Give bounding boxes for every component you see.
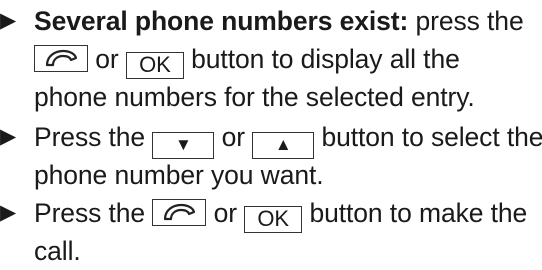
step-1-or: or [88, 44, 126, 74]
bullet-arrow-icon: ▶ [0, 125, 17, 148]
step-3-line-2: call. [34, 236, 81, 266]
ok-key: OK [125, 52, 184, 79]
phone-icon [164, 203, 196, 221]
ok-key: OK [244, 206, 303, 233]
step-2-line-2: phone number you want. [34, 160, 324, 190]
step-1-text: press the [408, 6, 524, 36]
step-1-line-1: Several phone numbers exist: press the [34, 2, 524, 40]
instruction-page: ▶ Several phone numbers exist: press the… [0, 0, 542, 266]
step-3-line-1: Press the or OK button to make the [34, 194, 528, 233]
step-3-text: Press the [34, 198, 153, 228]
bullet-arrow-icon: ▶ [0, 9, 17, 32]
up-key: ▲ [252, 132, 315, 159]
phone-key [152, 199, 207, 226]
step-2-text: Press the [34, 122, 153, 152]
down-key: ▼ [152, 132, 215, 159]
step-2-text-2: button to select the [314, 122, 542, 152]
bullet-arrow-icon: ▶ [0, 201, 17, 224]
phone-icon [45, 49, 78, 67]
step-1-line-3: phone numbers for the selected entry. [34, 82, 475, 112]
step-1-lead: Several phone numbers exist: [34, 6, 409, 36]
step-3-text-2: button to make the [302, 198, 528, 228]
step-1-line-2: or OK button to display all the [34, 40, 460, 79]
phone-key [34, 45, 88, 72]
step-1-text-2: button to display all the [183, 44, 460, 74]
step-2-or: or [214, 122, 253, 152]
step-2-line-1: Press the ▼ or ▲ button to select the [34, 118, 542, 159]
step-3-or: or [206, 198, 245, 228]
